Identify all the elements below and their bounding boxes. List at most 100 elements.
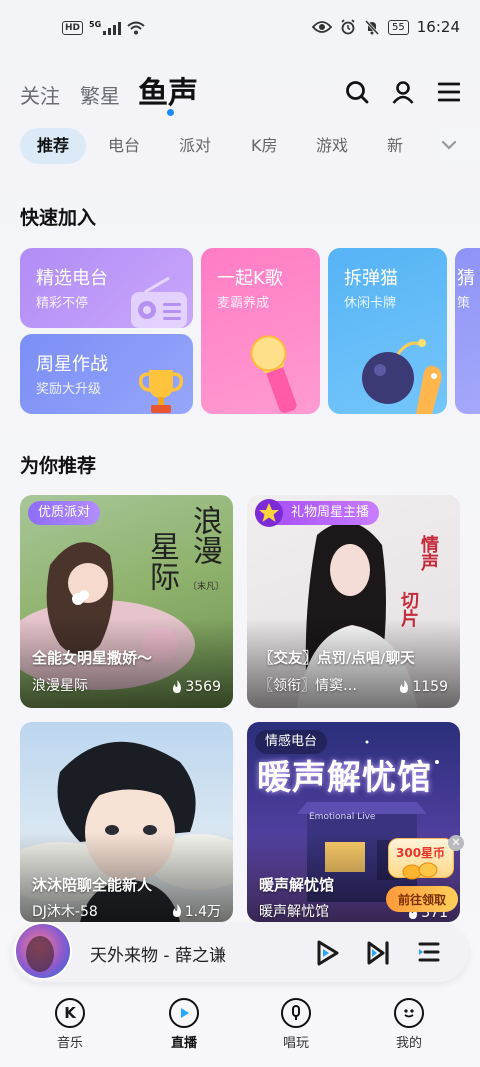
tab-follow[interactable]: 关注 [20,80,60,109]
card-subtitle: 〖领衔〗情窦… [259,678,357,694]
signal-icon [103,21,122,35]
category-new[interactable]: 新 [387,128,403,164]
promo-claim-label: 前往领取 [397,893,446,907]
playlist-icon[interactable] [417,940,441,966]
top-header: 关注 繁星 鱼声 [0,64,480,124]
clock: 16:24 [416,18,460,36]
category-tabs: 推荐 电台 派对 K房 游戏 新 [0,128,480,168]
quick-join-title: 快速加入 [20,207,97,229]
heat-count: 1.4万 [171,901,221,921]
battery-indicator: 55 [388,19,409,35]
bottom-nav: K 音乐 直播 唱玩 我的 [0,992,480,1067]
close-icon[interactable]: ✕ [448,835,464,851]
quick-card-weekly-star[interactable]: 周星作战 奖励大升级 [20,334,193,414]
cover-art-small-text: Emotional Live [309,812,376,822]
heat-value: 1159 [412,679,448,695]
nav-live[interactable]: 直播 [144,998,224,1051]
tab-yusheng[interactable]: 鱼声 [138,68,198,112]
cover-art-text: 情声 [418,535,439,571]
recommend-card-romantic-star[interactable]: 浪漫 星际 〔末凡〕 优质派对 全能女明星撒娇～ 浪漫星际 3569 [20,495,233,708]
quick-card-karaoke[interactable]: 一起K歌 麦霸养成 [201,248,320,414]
hd-indicator: HD [62,21,84,35]
bomb-cat-icon [362,339,442,414]
album-art[interactable] [14,922,72,980]
radio-icon [131,276,187,328]
quick-card-subtitle: 休闲卡牌 [344,296,397,311]
mini-player[interactable]: 天外来物 - 薛之谦 [12,924,468,982]
next-track-icon[interactable] [366,939,392,967]
recommend-card-mumu[interactable]: 沐沐陪聊全能新人 DJ沐木-58 1.4万 [20,722,233,922]
category-radio[interactable]: 电台 [108,128,140,164]
trophy-icon [138,370,184,413]
now-playing-title: 天外来物 - 薛之谦 [90,946,226,966]
category-party[interactable]: 派对 [179,128,211,164]
heat-value: 3569 [185,679,221,695]
active-tab-indicator [167,109,174,116]
quick-card-subtitle: 策 [457,296,471,311]
status-badge: 情感电台 [255,730,328,754]
flame-icon [400,680,409,693]
status-badge: 优质派对 [28,501,101,525]
quick-card-title: 拆弹猫 [344,268,398,289]
card-subtitle: 浪漫星际 [32,678,88,694]
live-icon [169,998,199,1028]
nav-label: 唱玩 [282,1036,309,1051]
card-title: 〖交友〗点罚/点唱/聊天 [259,651,415,667]
cover-art-text: 星际 [144,531,179,591]
quick-card-subtitle: 奖励大升级 [36,382,102,397]
category-game[interactable]: 游戏 [316,128,348,164]
menu-icon[interactable] [435,78,463,106]
cover-art-small-text: 〔末凡〕 [188,582,225,592]
heat-count: 3569 [171,679,221,695]
card-subtitle: 暖声解忧馆 [259,904,329,920]
promo-claim-button[interactable]: 前往领取 [386,886,458,912]
nav-label: 音乐 [56,1036,83,1051]
cover-art-text: 浪漫 [187,505,222,565]
wifi-icon [127,21,145,35]
gift-star-icon [255,499,283,527]
chevron-down-icon[interactable] [441,139,457,151]
quick-card-radio[interactable]: 精选电台 精彩不停 [20,248,193,328]
coins-icon [402,862,438,880]
eye-icon [312,21,333,33]
category-recommend[interactable]: 推荐 [20,128,87,164]
profile-face-icon [394,998,424,1028]
status-left: HD 5G [62,20,145,35]
quick-card-title: 周星作战 [36,354,108,375]
promo-coins-label: 300星币 [396,846,446,860]
tab-fanxing[interactable]: 繁星 [80,80,120,109]
card-title: 沐沐陪聊全能新人 [32,876,153,894]
flame-icon [173,680,182,693]
recommend-title: 为你推荐 [20,455,97,477]
card-title: 暖声解忧馆 [259,876,335,894]
alarm-icon [341,19,355,35]
quick-card-bomb-cat[interactable]: 拆弹猫 休闲卡牌 [328,248,447,414]
search-icon[interactable] [343,78,371,106]
quick-card-subtitle: 精彩不停 [36,296,89,311]
promo-coins-widget[interactable]: 300星币 前往领取 ✕ [386,835,464,914]
nav-sing[interactable]: 唱玩 [256,998,336,1051]
mute-bell-icon [364,19,380,35]
card-subtitle: DJ沐木-58 [32,904,98,920]
user-icon[interactable] [389,78,417,106]
microphone-icon [250,335,297,413]
quick-card-title: 一起K歌 [217,268,283,289]
status-right: 55 16:24 [312,18,460,36]
nav-music[interactable]: K 音乐 [30,998,110,1051]
card-title: 全能女明星撒娇～ [32,649,153,667]
category-k-room[interactable]: K房 [251,128,278,164]
quick-card-title: 猜 [457,268,475,289]
quick-card-partial[interactable]: 猜 策 [455,248,480,414]
music-k-icon: K [55,998,85,1028]
nav-label: 我的 [395,1036,422,1051]
heat-value: 1.4万 [184,904,221,920]
recommend-card-friends[interactable]: 情声 切片 礼物周星主播 〖交友〗点罚/点唱/聊天 〖领衔〗情窦… 1159 [247,495,460,708]
nav-label: 直播 [170,1036,197,1051]
mic-icon [281,998,311,1028]
nav-me[interactable]: 我的 [369,998,449,1051]
cover-art-text: 暖声解忧馆 [257,758,432,798]
flame-icon [172,904,181,917]
play-icon[interactable] [315,939,341,967]
quick-card-subtitle: 麦霸养成 [217,296,270,311]
status-bar: HD 5G 55 16:24 [0,0,480,58]
